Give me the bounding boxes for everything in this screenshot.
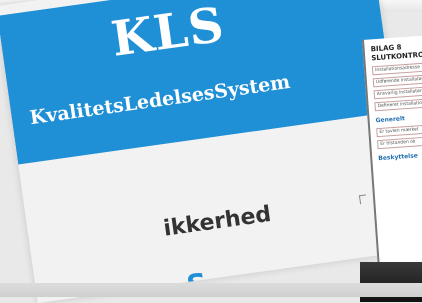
- slide-acronym: KLS: [107, 0, 228, 68]
- title-banner: KLS KvalitetsLedelsesSystem: [0, 0, 395, 165]
- presentation-slide: KLS KvalitetsLedelsesSystem ikkerhed S: [0, 0, 415, 303]
- doc-field[interactable]: Er tavlen mærket: [376, 123, 422, 138]
- desk-surface: [0, 283, 422, 297]
- doc-field[interactable]: Installationsadresse: [371, 61, 422, 76]
- doc-title: BILAG 8 SLUTKONTROL: [364, 34, 422, 64]
- doc-section-heading: Generelt: [375, 115, 406, 125]
- doc-field[interactable]: Udførende installatør: [372, 73, 422, 88]
- doc-field[interactable]: Defineret installation: [374, 97, 422, 112]
- mouse-cursor-icon: [358, 194, 368, 205]
- doc-field[interactable]: Er tilstanden ok: [377, 135, 422, 150]
- doc-field[interactable]: Ansvarlig installatør: [373, 85, 422, 100]
- screen: KLS KvalitetsLedelsesSystem ikkerhed S: [0, 0, 422, 303]
- doc-section-heading: Beskyttelse: [378, 152, 419, 163]
- slide-subtitle: ikkerhed: [161, 201, 273, 242]
- slide-full-name: KvalitetsLedelsesSystem: [28, 70, 292, 130]
